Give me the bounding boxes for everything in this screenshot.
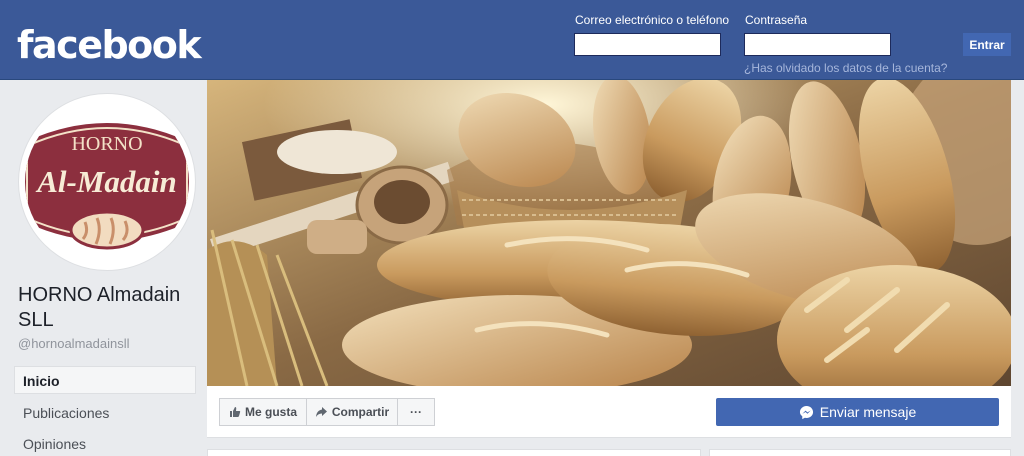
bakery-logo-image: HORNO Al-Madain [25, 123, 189, 250]
sidebar-item-opiniones[interactable]: Opiniones [14, 429, 196, 456]
logo-text-main: Al-Madain [35, 164, 177, 199]
cover-photo[interactable] [207, 80, 1011, 386]
top-navigation-bar: facebook Correo electrónico o teléfono C… [0, 0, 1024, 80]
email-label: Correo electrónico o teléfono [575, 13, 730, 27]
more-options-button[interactable]: ··· [397, 398, 435, 426]
share-label: Compartir [331, 405, 390, 419]
logo-text-top: HORNO [71, 133, 142, 155]
facebook-logo[interactable]: facebook [17, 22, 202, 68]
content-card-right [709, 449, 1011, 456]
messenger-icon [799, 405, 813, 419]
page-sidebar: HORNO Al-Madain HORNO Almadain SLL @horn… [0, 80, 207, 456]
content-card-left [207, 449, 701, 456]
login-button[interactable]: Entrar [963, 33, 1011, 56]
share-arrow-icon [315, 407, 327, 417]
password-input[interactable] [744, 33, 891, 56]
sidebar-item-inicio[interactable]: Inicio [14, 366, 196, 394]
page-action-bar: Me gusta Compartir ··· Enviar mensaje [207, 386, 1011, 438]
sidebar-item-publicaciones[interactable]: Publicaciones [14, 398, 196, 426]
send-message-label: Enviar mensaje [819, 404, 917, 420]
more-dots-icon: ··· [410, 405, 422, 419]
thumbs-up-icon [229, 407, 241, 417]
email-input[interactable] [574, 33, 721, 56]
like-label: Me gusta [244, 405, 297, 419]
share-button[interactable]: Compartir [306, 398, 398, 426]
password-label: Contraseña [745, 13, 808, 27]
page-username[interactable]: @hornoalmadainsll [18, 336, 129, 351]
bread-cover-image [207, 80, 1011, 386]
page-title: HORNO Almadain SLL [18, 284, 181, 331]
like-button[interactable]: Me gusta [219, 398, 307, 426]
forgot-account-link[interactable]: ¿Has olvidado los datos de la cuenta? [744, 61, 947, 75]
profile-picture[interactable]: HORNO Al-Madain [18, 93, 196, 271]
send-message-button[interactable]: Enviar mensaje [716, 398, 999, 426]
